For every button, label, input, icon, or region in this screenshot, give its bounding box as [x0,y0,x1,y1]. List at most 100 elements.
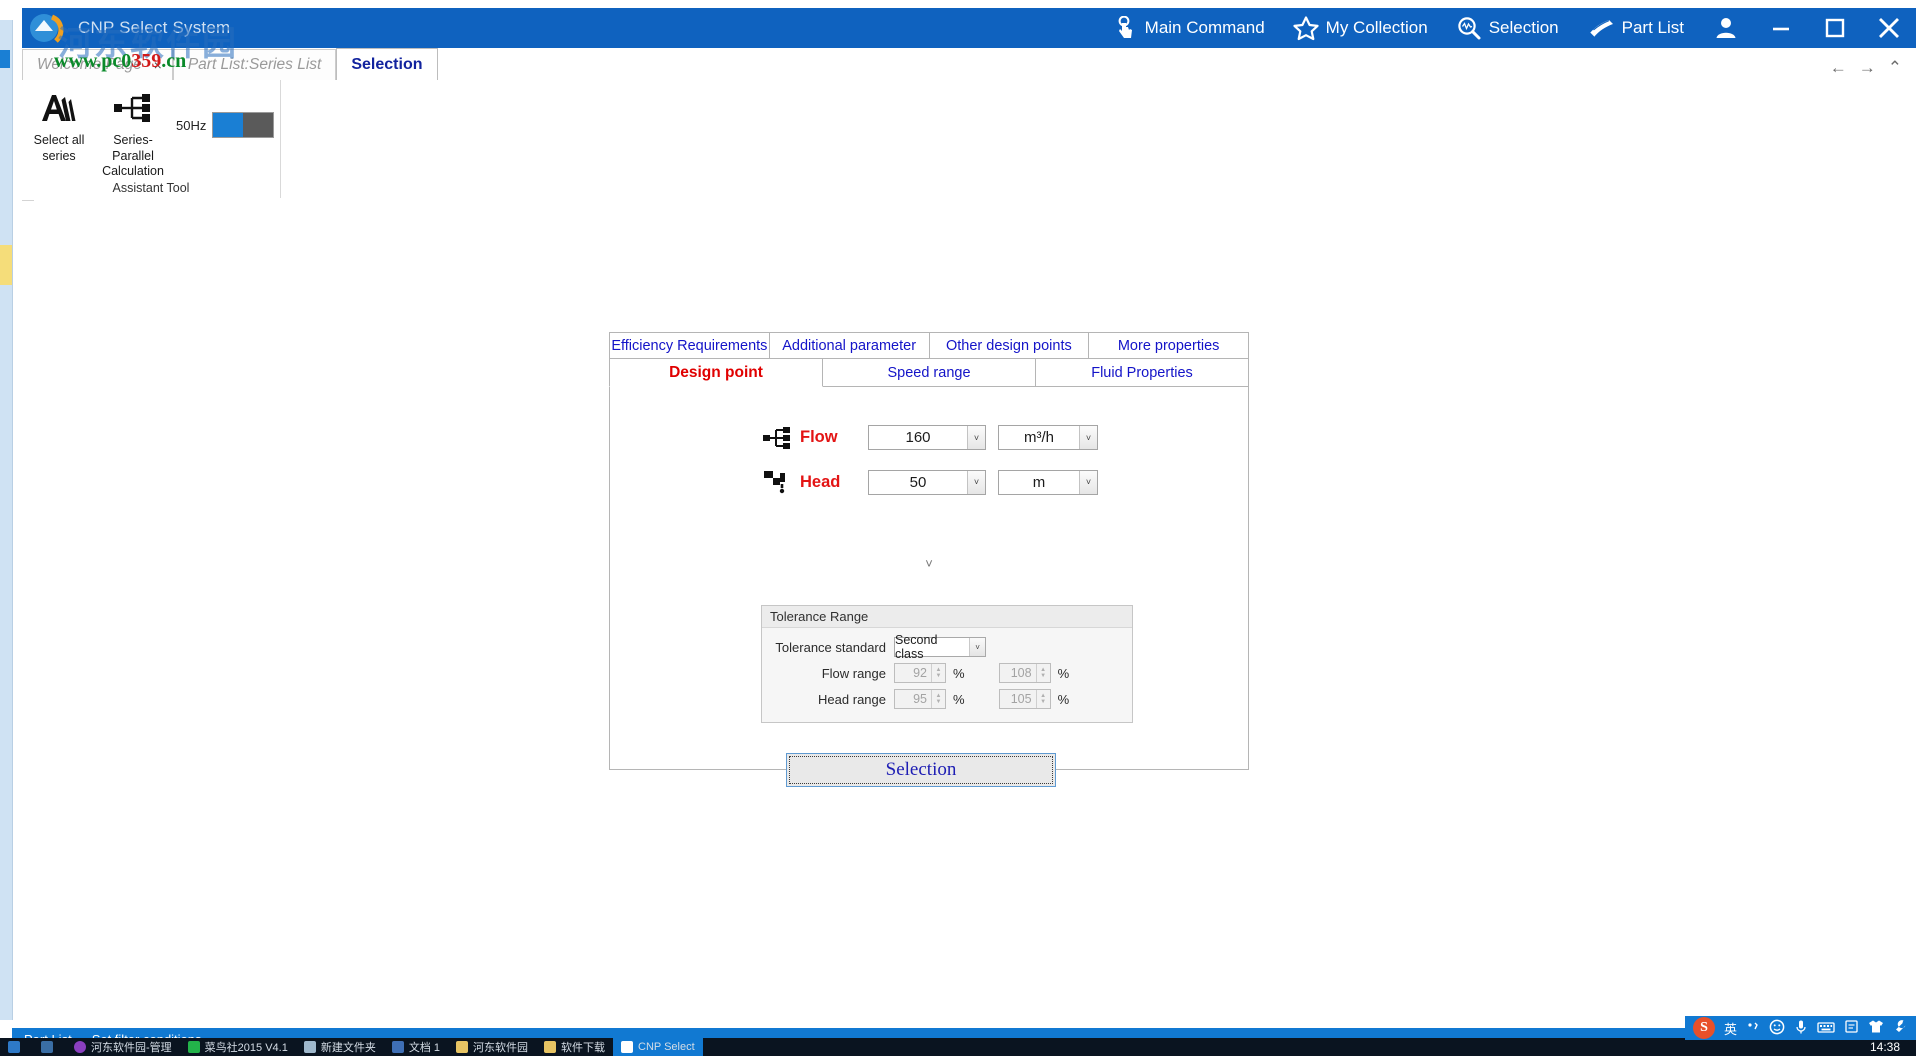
tab-additional-parameter-label: Additional parameter [782,338,916,354]
nav-my-collection[interactable]: My Collection [1279,8,1442,48]
flow-value: 160 [869,426,967,449]
hand-pointer-icon [1116,16,1138,40]
frequency-control: 50Hz [176,112,274,138]
left-edge-strip [0,20,13,1020]
flow-range-min-stepper[interactable]: 92 ▲▼ [894,663,946,683]
task-item[interactable]: 软件下载 [536,1038,613,1056]
head-value-combo[interactable]: 50 ˅ [868,470,986,495]
user-avatar-icon[interactable] [1698,8,1754,48]
wrench-icon[interactable] [1893,1019,1908,1037]
head-range-max-unit: % [1058,692,1070,707]
task-icon [621,1041,633,1053]
ime-language-label[interactable]: 英 [1724,1019,1737,1038]
select-all-series-button[interactable]: Select all series [22,86,96,164]
tab-fluid-properties[interactable]: Fluid Properties [1036,359,1249,387]
close-icon[interactable]: × [154,58,162,72]
task-icon [74,1041,86,1053]
doc-tab-part-list-label: Part List:Series List [188,56,322,74]
collapse-chevron-icon[interactable]: ⌃ [1884,59,1906,76]
task-icon [304,1041,316,1053]
nav-selection[interactable]: Selection [1442,8,1573,48]
workspace: Efficiency Requirements Additional param… [34,200,1916,1028]
tab-design-point[interactable]: Design point [609,359,823,387]
nav-my-collection-label: My Collection [1326,18,1428,38]
forward-arrow-icon[interactable]: → [1855,59,1880,76]
tolerance-standard-combo[interactable]: Second class ˅ [894,637,986,657]
stepper-arrows-icon[interactable]: ▲▼ [1036,664,1050,682]
task-icon [392,1041,404,1053]
titlebar-nav: Main Command My Collection [1102,8,1698,48]
flow-value-combo[interactable]: 160 ˅ [868,425,986,450]
chevron-down-icon[interactable]: ˅ [967,426,985,449]
task-label: 河东软件园-管理 [91,1039,172,1055]
flow-label: Flow [800,428,848,447]
expand-more-chevron-icon[interactable]: ˅ [610,557,1248,570]
taskbar: 河东软件园-管理 菜鸟社2015 V4.1 新建文件夹 文档 1 河东软件园 软… [0,1038,1916,1056]
task-item[interactable]: 河东软件园 [448,1038,536,1056]
tab-efficiency-requirements[interactable]: Efficiency Requirements [609,332,770,359]
nav-main-command[interactable]: Main Command [1102,8,1279,48]
head-unit-combo[interactable]: m ˅ [998,470,1098,495]
flow-unit-combo[interactable]: m³/h ˅ [998,425,1098,450]
stepper-arrows-icon[interactable]: ▲▼ [931,690,945,708]
smiley-icon[interactable] [1769,1019,1785,1038]
task-item[interactable]: 文档 1 [384,1038,448,1056]
tolerance-standard-row: Tolerance standard Second class ˅ [766,635,1122,659]
selection-button[interactable]: Selection [786,753,1056,787]
chevron-down-icon[interactable]: ˅ [1079,471,1097,494]
task-label: CNP Select [638,1041,695,1053]
flow-range-max-value: 108 [1000,664,1036,682]
doc-tab-selection[interactable]: Selection [336,48,437,80]
nav-part-list[interactable]: Part List [1573,8,1698,48]
doc-tab-part-list-series-list[interactable]: Part List:Series List [173,49,337,80]
flow-network-icon [760,426,794,450]
head-range-max-stepper[interactable]: 105 ▲▼ [999,689,1051,709]
sogou-logo-icon[interactable]: S [1693,1017,1715,1039]
comma-icon[interactable] [1746,1020,1760,1037]
task-item[interactable]: CNP Select [613,1038,703,1056]
minimize-button[interactable] [1754,8,1808,48]
series-parallel-calculation-button[interactable]: Series-Parallel Calculation [96,86,170,180]
back-arrow-icon[interactable]: ← [1826,59,1851,76]
task-item[interactable]: 菜鸟社2015 V4.1 [180,1038,296,1056]
panel-tabs-row-1: Efficiency Requirements Additional param… [609,332,1249,359]
chevron-down-icon[interactable]: ˅ [1079,426,1097,449]
task-icon [8,1041,20,1053]
tab-other-design-points[interactable]: Other design points [930,332,1090,359]
chevron-down-icon[interactable]: ˅ [967,471,985,494]
keyboard-icon[interactable] [1817,1020,1835,1037]
tab-additional-parameter[interactable]: Additional parameter [770,332,930,359]
tolerance-rows: Tolerance standard Second class ˅ Flow r… [762,628,1132,722]
select-all-series-icon [39,86,79,130]
design-panel: Efficiency Requirements Additional param… [609,332,1249,770]
task-icon [41,1041,53,1053]
close-button[interactable] [1862,8,1916,48]
task-icon [188,1041,200,1053]
flow-range-min-unit: % [953,666,965,681]
stepper-arrows-icon[interactable]: ▲▼ [1036,690,1050,708]
head-range-min-stepper[interactable]: 95 ▲▼ [894,689,946,709]
doc-tab-welcome-page[interactable]: Welcome Page × [22,49,173,80]
select-all-series-label-1: Select all [34,133,85,149]
tolerance-standard-caption: Tolerance standard [766,640,886,655]
skin-icon[interactable] [1868,1019,1884,1037]
chevron-down-icon[interactable]: ˅ [969,638,985,656]
clipboard-icon[interactable] [1844,1019,1859,1037]
tab-efficiency-requirements-label: Efficiency Requirements [611,338,767,354]
frequency-label: 50Hz [176,118,206,133]
tab-navigation: ← → ⌃ [1826,59,1916,80]
tab-more-properties[interactable]: More properties [1089,332,1249,359]
frequency-toggle-icon[interactable] [212,112,274,138]
microphone-icon[interactable] [1794,1019,1808,1038]
task-item[interactable]: 新建文件夹 [296,1038,384,1056]
flow-range-max-stepper[interactable]: 108 ▲▼ [999,663,1051,683]
stepper-arrows-icon[interactable]: ▲▼ [931,664,945,682]
tab-speed-range[interactable]: Speed range [823,359,1036,387]
tab-more-properties-label: More properties [1118,338,1220,354]
task-item[interactable]: 河东软件园-管理 [66,1038,180,1056]
flow-unit: m³/h [999,426,1079,449]
edge-marker [0,50,10,68]
maximize-button[interactable] [1808,8,1862,48]
task-item[interactable] [33,1038,66,1056]
task-item[interactable] [0,1038,33,1056]
